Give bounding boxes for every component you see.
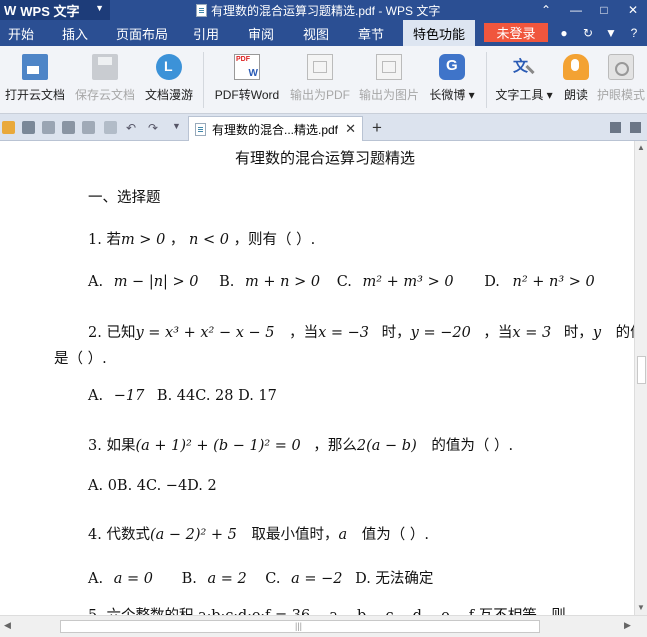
roam-icon: [156, 54, 182, 80]
scroll-grip-icon: |||: [295, 621, 303, 631]
scroll-up-icon[interactable]: ▲: [637, 143, 645, 152]
document-title: 有理数的混合运算习题精选: [235, 149, 416, 167]
cloud-open-icon: [22, 54, 48, 80]
save-cloud-doc-button[interactable]: 保存云文档: [74, 52, 136, 108]
open-folder-icon[interactable]: [2, 121, 15, 134]
window-title: 有理数的混合运算习题精选.pdf - WPS 文字: [196, 0, 440, 20]
shirt-icon[interactable]: ▼: [603, 25, 619, 41]
open-cloud-doc-button[interactable]: 打开云文档: [4, 52, 66, 108]
export-image-icon: [376, 54, 402, 80]
export-image-button[interactable]: 输出为图片: [358, 52, 420, 108]
wps-logo-icon: W: [4, 2, 17, 18]
question-1: 1. 若m > 0 ， n < 0 ，则有（ ）.: [88, 232, 316, 248]
scroll-right-icon[interactable]: ▶: [624, 620, 631, 631]
long-weibo-button[interactable]: 长微博 ▾: [428, 52, 476, 108]
scroll-left-icon[interactable]: ◀: [4, 620, 11, 631]
question-2-options: A. −17 B. 44C. 28 D. 17: [88, 388, 277, 404]
customize-toolbar-icon[interactable]: ▼: [172, 121, 185, 134]
restore-icon[interactable]: [630, 122, 641, 133]
tab-bar: ↶ ↷ ▼ 有理数的混合...精选.pdf ✕ +: [0, 114, 647, 141]
skin-icon[interactable]: ●: [556, 25, 572, 41]
redo-icon[interactable]: ↷: [148, 121, 161, 135]
window-title-text: 有理数的混合运算习题精选.pdf - WPS 文字: [211, 3, 441, 18]
question-5-partial: 5. 六个整数的积 a·b·c·d·e·f = 36， a、 b、 c、 d、 …: [88, 604, 566, 615]
print-preview-icon[interactable]: [82, 121, 95, 134]
app-name: WPS 文字: [20, 3, 80, 19]
format-painter-icon[interactable]: [104, 121, 117, 134]
minimize-button[interactable]: —: [562, 0, 590, 20]
export-icon[interactable]: [42, 121, 55, 134]
question-2: 2. 已知y = x³ + x² − x − 5 ，当x = −3 时，y = …: [88, 325, 634, 341]
login-button[interactable]: 未登录: [484, 23, 548, 42]
menu-page-layout[interactable]: 页面布局: [116, 20, 168, 46]
vertical-scroll-thumb[interactable]: [637, 356, 646, 384]
question-2-cont: 是（ ）.: [54, 351, 107, 367]
menu-bar: 开始 插入 页面布局 引用 审阅 视图 章节 特色功能 未登录 ● ↻ ▼ ?: [0, 20, 647, 46]
vertical-scrollbar[interactable]: ▲ ▼: [634, 141, 647, 615]
weibo-icon: [439, 54, 465, 80]
pdf-to-word-button[interactable]: PDF转Word: [212, 52, 282, 108]
menu-view[interactable]: 视图: [303, 20, 329, 46]
caret-down-icon: ▼: [95, 3, 104, 13]
doc-tab-label: 有理数的混合...精选.pdf: [212, 122, 339, 137]
scroll-down-icon[interactable]: ▼: [637, 603, 645, 612]
sync-icon[interactable]: ↻: [580, 25, 596, 41]
help-icon[interactable]: ?: [626, 25, 642, 41]
question-1-options: A. m − |n| > 0 B. m + n > 0 C. m² + m³ >…: [88, 274, 595, 290]
save-icon[interactable]: [22, 121, 35, 134]
add-tab-icon[interactable]: +: [372, 118, 382, 138]
menu-home[interactable]: 开始: [8, 20, 34, 46]
question-3-options: A. 0B. 4C. −4D. 2: [88, 478, 217, 494]
menu-references[interactable]: 引用: [193, 20, 219, 46]
document-icon: [196, 3, 207, 17]
undo-icon[interactable]: ↶: [126, 121, 139, 135]
document-canvas[interactable]: 有理数的混合运算习题精选 一、选择题 1. 若m > 0 ， n < 0 ，则有…: [0, 141, 634, 615]
close-button[interactable]: ✕: [619, 0, 647, 20]
ribbon-divider: [203, 52, 204, 108]
ribbon-toolbar: 打开云文档 保存云文档 文档漫游 PDF转Word 输出为PDF 输出为图片 长…: [0, 46, 647, 114]
menu-review[interactable]: 审阅: [248, 20, 274, 46]
tab-document[interactable]: 有理数的混合...精选.pdf ✕: [188, 116, 363, 141]
ribbon-divider: [486, 52, 487, 108]
horizontal-scrollbar[interactable]: ◀ ||| ▶: [0, 615, 647, 637]
menu-insert[interactable]: 插入: [62, 20, 88, 46]
text-tools-icon: [511, 54, 537, 80]
question-3: 3. 如果(a + 1)² + (b − 1)² = 0 ，那么2(a − b)…: [88, 438, 514, 454]
eye-care-icon: [608, 54, 634, 80]
menu-chapter[interactable]: 章节: [358, 20, 384, 46]
export-pdf-icon: [307, 54, 333, 80]
question-4-options: A. a = 0 B. a = 2 C. a = −2 D. 无法确定: [88, 571, 434, 587]
menu-special-features[interactable]: 特色功能: [403, 20, 476, 46]
export-pdf-button[interactable]: 输出为PDF: [290, 52, 350, 108]
text-tools-button[interactable]: 文字工具 ▾: [494, 52, 554, 108]
doc-roaming-button[interactable]: 文档漫游: [143, 52, 195, 108]
close-tab-icon[interactable]: ✕: [345, 121, 356, 137]
cloud-save-icon: [92, 54, 118, 80]
read-aloud-icon: [563, 54, 589, 80]
read-aloud-button[interactable]: 朗读: [562, 52, 590, 108]
collapse-ribbon-icon[interactable]: ⌃: [532, 0, 560, 20]
maximize-button[interactable]: □: [590, 0, 618, 20]
app-menu-button[interactable]: W WPS 文字 ▼: [0, 0, 110, 20]
print-icon[interactable]: [62, 121, 75, 134]
window-list-icon[interactable]: [610, 122, 621, 133]
document-icon: [195, 122, 206, 136]
question-4: 4. 代数式(a − 2)² + 5 取最小值时，a 值为（ ）.: [88, 527, 430, 543]
pdf-to-word-icon: [234, 54, 260, 80]
section-heading: 一、选择题: [88, 190, 161, 206]
title-bar: W WPS 文字 ▼ 有理数的混合运算习题精选.pdf - WPS 文字 ⌃ —…: [0, 0, 647, 20]
eye-care-mode-button[interactable]: 护眼模式: [597, 52, 645, 108]
